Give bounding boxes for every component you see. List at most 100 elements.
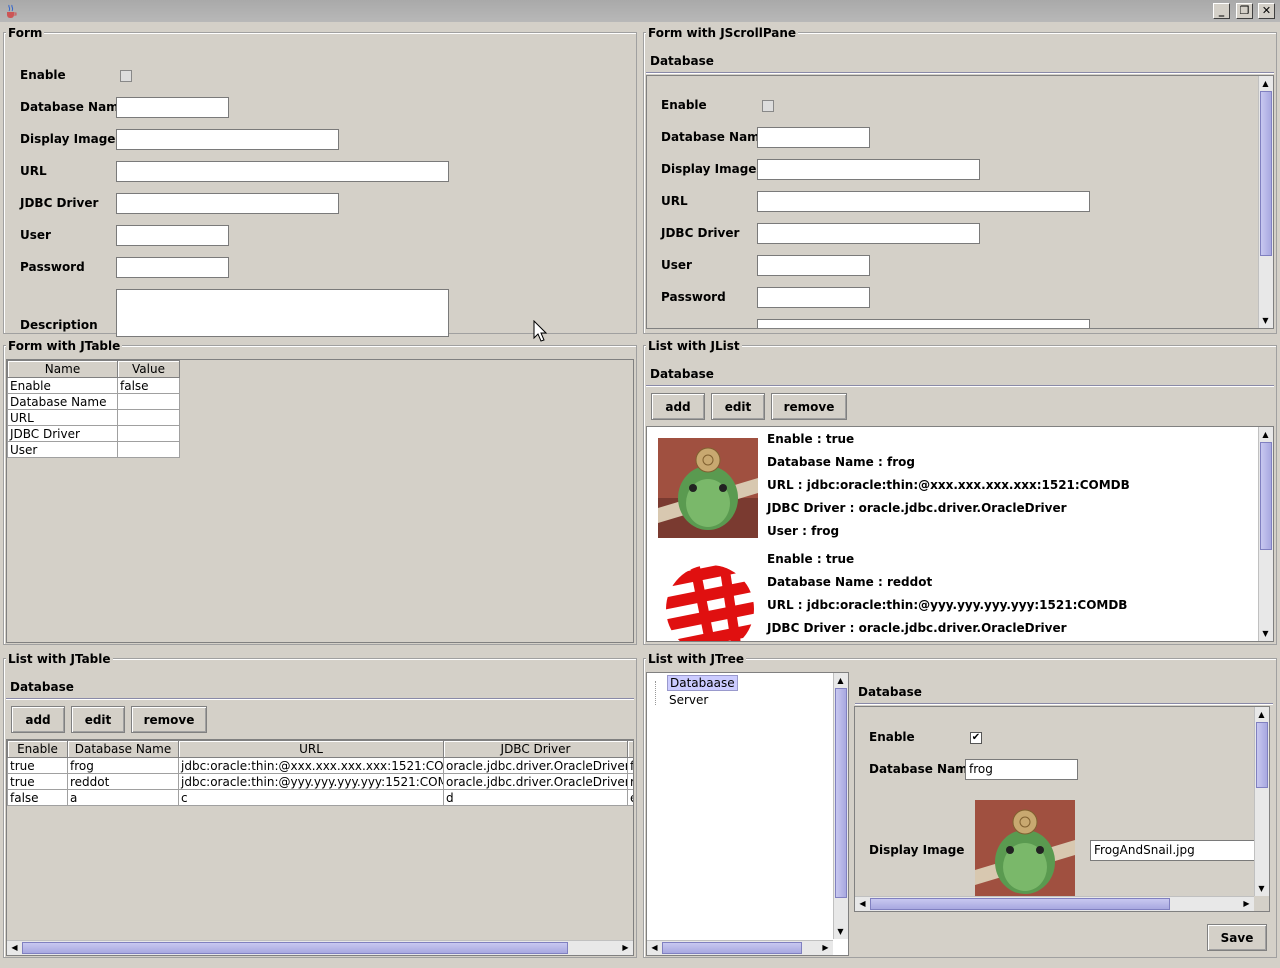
table-cell[interactable]: oracle.jdbc.driver.OracleDriver bbox=[443, 773, 628, 790]
enable-checkbox[interactable] bbox=[120, 70, 132, 82]
table-cell[interactable]: User bbox=[7, 441, 118, 458]
table-row[interactable]: Enable false bbox=[7, 377, 180, 394]
url-field[interactable] bbox=[757, 191, 1090, 212]
scroll-right-icon[interactable]: ▶ bbox=[619, 941, 632, 954]
driver-field[interactable] bbox=[757, 223, 980, 244]
remove-button[interactable]: remove bbox=[131, 706, 207, 733]
scroll-down-icon[interactable]: ▼ bbox=[1255, 882, 1268, 895]
column-header[interactable]: Database Name bbox=[67, 740, 179, 758]
table-cell[interactable]: jdbc:oracle:thin:@xxx.xxx.xxx.xxx:1521:C… bbox=[178, 757, 444, 774]
user-field[interactable] bbox=[757, 255, 870, 276]
image-field[interactable]: FrogAndSnail.jpg bbox=[1090, 840, 1255, 861]
image-field[interactable] bbox=[116, 129, 339, 150]
database-tree[interactable]: Databaase Server ▲ ▼ ◀ ▶ bbox=[646, 672, 849, 956]
description-textarea[interactable] bbox=[757, 319, 1090, 328]
database-list[interactable]: Enable : true Database Name : frog URL :… bbox=[646, 426, 1274, 642]
add-button[interactable]: add bbox=[11, 706, 65, 733]
table-cell[interactable]: oracle.jdbc.driver.OracleDriver bbox=[443, 757, 628, 774]
scroll-up-icon[interactable]: ▲ bbox=[834, 674, 847, 687]
scroll-up-icon[interactable]: ▲ bbox=[1259, 77, 1272, 90]
dbname-field[interactable] bbox=[116, 97, 229, 118]
table-cell[interactable]: Enable bbox=[7, 377, 118, 394]
save-button[interactable]: Save bbox=[1207, 924, 1267, 951]
horizontal-scrollbar[interactable]: ◀ ▶ bbox=[647, 940, 833, 955]
table-row[interactable]: falseacde bbox=[7, 789, 633, 806]
scroll-thumb[interactable] bbox=[835, 688, 847, 898]
restore-button[interactable]: ❐ bbox=[1236, 3, 1253, 19]
scroll-down-icon[interactable]: ▼ bbox=[1259, 314, 1272, 327]
scroll-right-icon[interactable]: ▶ bbox=[1240, 897, 1253, 910]
scroll-thumb[interactable] bbox=[870, 898, 1170, 910]
table-row[interactable]: User bbox=[7, 441, 180, 458]
url-field[interactable] bbox=[116, 161, 449, 182]
column-header[interactable]: Enable bbox=[7, 740, 68, 758]
column-header[interactable] bbox=[627, 740, 633, 758]
table-cell[interactable]: jdbc:oracle:thin:@yyy.yyy.yyy.yyy:1521:C… bbox=[178, 773, 444, 790]
enable-checkbox[interactable]: ✔ bbox=[970, 732, 982, 744]
table-cell[interactable]: r bbox=[627, 773, 633, 790]
table-row[interactable]: true frog jdbc:oracle:thin:@xxx.xxx.xxx.xx… bbox=[7, 757, 633, 774]
form-table[interactable]: Name Value Enable false Database Name URL… bbox=[7, 360, 180, 458]
scroll-thumb[interactable] bbox=[1256, 722, 1268, 788]
table-cell[interactable] bbox=[117, 393, 180, 410]
dbname-field[interactable]: frog bbox=[965, 759, 1078, 780]
edit-button[interactable]: edit bbox=[71, 706, 125, 733]
table-cell[interactable]: reddot bbox=[67, 773, 179, 790]
vertical-scrollbar[interactable]: ▲ ▼ bbox=[1258, 76, 1273, 328]
scroll-right-icon[interactable]: ▶ bbox=[819, 941, 832, 954]
password-field[interactable] bbox=[757, 287, 870, 308]
table-cell[interactable]: d bbox=[443, 789, 628, 806]
table-cell[interactable]: frog bbox=[67, 757, 179, 774]
scroll-thumb[interactable] bbox=[1260, 442, 1272, 550]
driver-field[interactable] bbox=[116, 193, 339, 214]
table-cell[interactable] bbox=[117, 409, 180, 426]
table-row[interactable]: Database Name bbox=[7, 393, 180, 410]
column-header[interactable]: JDBC Driver bbox=[443, 740, 628, 758]
scroll-left-icon[interactable]: ◀ bbox=[8, 941, 21, 954]
edit-button[interactable]: edit bbox=[711, 393, 765, 420]
column-header[interactable]: Name bbox=[7, 360, 118, 378]
table-cell[interactable]: c bbox=[178, 789, 444, 806]
close-button[interactable]: ✕ bbox=[1258, 3, 1275, 19]
table-cell[interactable]: false bbox=[117, 377, 180, 394]
table-row[interactable]: JDBC Driver bbox=[7, 425, 180, 442]
scroll-up-icon[interactable]: ▲ bbox=[1255, 708, 1268, 721]
table-cell[interactable]: true bbox=[7, 773, 68, 790]
table-cell[interactable] bbox=[117, 441, 180, 458]
vertical-scrollbar[interactable]: ▲ ▼ bbox=[1254, 707, 1269, 896]
table-cell[interactable]: e bbox=[627, 789, 633, 806]
add-button[interactable]: add bbox=[651, 393, 705, 420]
vertical-scrollbar[interactable]: ▲ ▼ bbox=[833, 673, 848, 939]
table-cell[interactable] bbox=[117, 425, 180, 442]
scroll-up-icon[interactable]: ▲ bbox=[1259, 428, 1272, 441]
table-row[interactable]: true reddot jdbc:oracle:thin:@yyy.yyy.yyy.… bbox=[7, 773, 633, 790]
table-row[interactable]: URL bbox=[7, 409, 180, 426]
list-item[interactable]: Enable : true Database Name : frog URL :… bbox=[647, 427, 1259, 547]
scroll-down-icon[interactable]: ▼ bbox=[1259, 627, 1272, 640]
list-item[interactable]: Enable : true Database Name : reddot URL… bbox=[647, 547, 1259, 641]
horizontal-scrollbar[interactable]: ◀ ▶ bbox=[7, 940, 633, 955]
image-field[interactable] bbox=[757, 159, 980, 180]
minimize-button[interactable]: _ bbox=[1213, 3, 1230, 19]
horizontal-scrollbar[interactable]: ◀ ▶ bbox=[855, 896, 1254, 911]
table-cell[interactable]: false bbox=[7, 789, 68, 806]
tree-node-server[interactable]: Server bbox=[667, 693, 710, 707]
dbname-field[interactable] bbox=[757, 127, 870, 148]
table-cell[interactable]: f bbox=[627, 757, 633, 774]
remove-button[interactable]: remove bbox=[771, 393, 847, 420]
description-textarea[interactable] bbox=[116, 289, 449, 337]
enable-checkbox[interactable] bbox=[762, 100, 774, 112]
table-cell[interactable]: URL bbox=[7, 409, 118, 426]
scroll-thumb[interactable] bbox=[662, 942, 802, 954]
scroll-down-icon[interactable]: ▼ bbox=[834, 925, 847, 938]
user-field[interactable] bbox=[116, 225, 229, 246]
column-header[interactable]: Value bbox=[117, 360, 180, 378]
table-cell[interactable]: Database Name bbox=[7, 393, 118, 410]
scroll-left-icon[interactable]: ◀ bbox=[648, 941, 661, 954]
scroll-thumb[interactable] bbox=[22, 942, 568, 954]
password-field[interactable] bbox=[116, 257, 229, 278]
table-cell[interactable]: JDBC Driver bbox=[7, 425, 118, 442]
tree-node-database[interactable]: Databaase bbox=[667, 675, 738, 691]
database-table[interactable]: Enable Database Name URL JDBC Driver tru… bbox=[7, 740, 633, 806]
scroll-left-icon[interactable]: ◀ bbox=[856, 897, 869, 910]
